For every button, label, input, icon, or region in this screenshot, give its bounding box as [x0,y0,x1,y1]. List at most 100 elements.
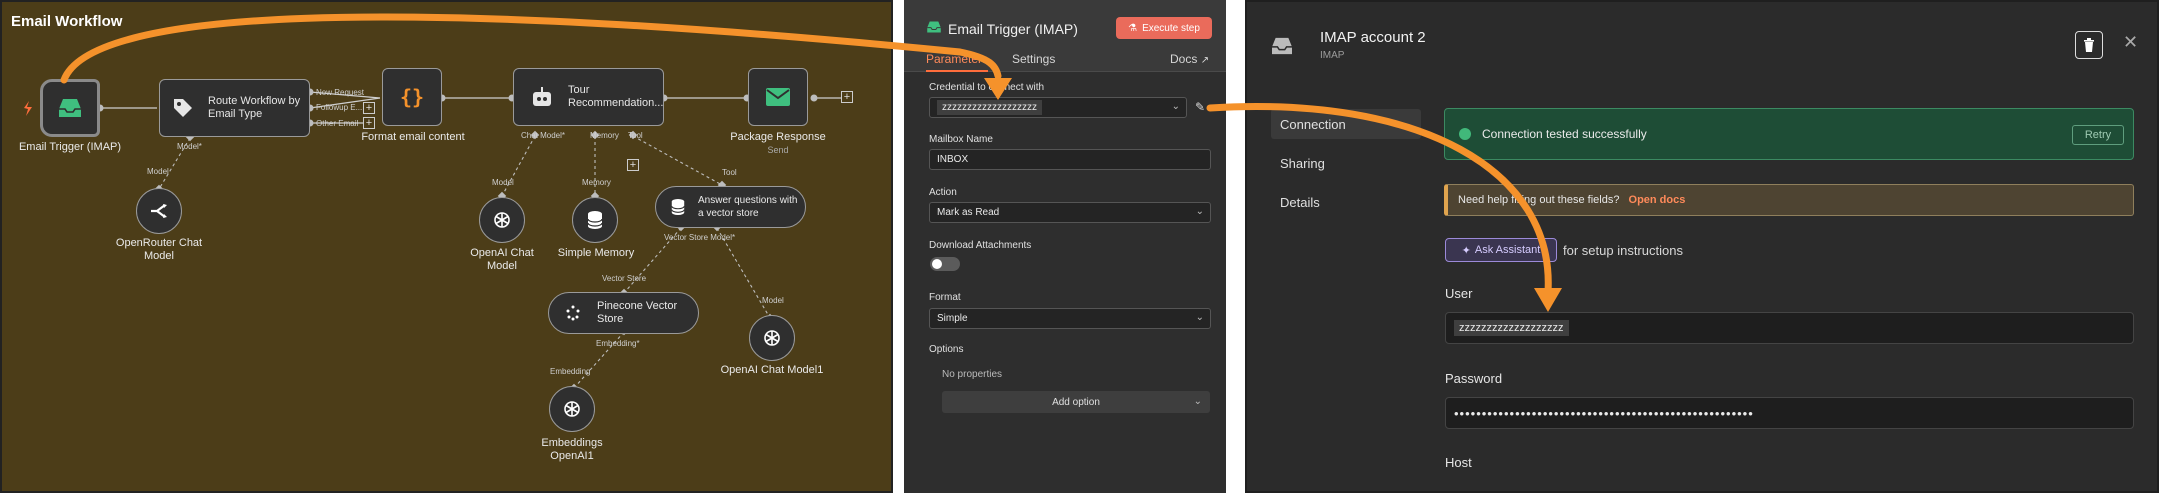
pinecone-icon [566,305,580,321]
ask-assistant-button[interactable]: ✦ Ask Assistant [1445,238,1557,262]
port-model: Model [147,167,169,176]
host-label: Host [1445,455,1472,470]
simple-memory-node[interactable] [572,197,618,243]
nav-details[interactable]: Details [1271,187,1421,217]
port-model: Model [492,178,514,187]
docs-label: Docs [1170,52,1198,66]
params-title: Email Trigger (IMAP) [948,21,1078,37]
execute-step-button[interactable]: ⚗ Execute step [1116,17,1212,39]
add-node-plus-icon[interactable]: + [363,117,375,129]
openai-icon [564,401,580,417]
embeddings-label: Embeddings OpenAI1 [541,437,603,462]
chevron-down-icon: ⌄ [1195,206,1204,217]
package-response-node[interactable] [748,68,808,126]
route-label: Route Workflow by Email Type [208,95,301,120]
assistant-suffix-text: for setup instructions [1563,243,1683,258]
port-followup: Followup E... [316,103,363,112]
tour-agent-node[interactable]: Tour Recommendation... [513,68,664,126]
nav-sharing[interactable]: Sharing [1271,148,1421,178]
port-tool: Tool [722,168,737,177]
port-model: Model [762,296,784,305]
robot-icon [533,87,551,106]
database-icon [671,199,685,215]
help-text: Need help filling out these fields? [1458,194,1620,206]
download-attachments-label: Download Attachments [929,240,1032,251]
tag-icon [174,99,192,117]
openai-chat-model1-label: OpenAI Chat Model1 [720,364,824,376]
format-select[interactable]: Simple ⌄ [929,308,1211,329]
add-next-node-plus-icon[interactable]: + [841,91,853,103]
port-vector-store-model: Vector Store Model* [664,233,736,242]
openai-icon [494,212,510,228]
tour-agent-label: Tour Recommendation... [568,84,664,109]
answer-tool-label: Answer questions with a vector store [698,195,798,219]
no-properties-text: No properties [942,369,1003,380]
port-tool: Tool [628,131,643,140]
nav-connection[interactable]: Connection [1271,109,1421,139]
open-docs-link[interactable]: Open docs [1629,194,1686,206]
database-icon [587,211,603,229]
docs-link[interactable]: Docs ↗ [1170,52,1209,66]
tab-settings[interactable]: Settings [1012,52,1055,66]
port-embedding-star: Embedding* [596,339,640,348]
connection-success-banner: Connection tested successfully Retry [1444,108,2134,160]
options-label: Options [929,344,964,355]
node-parameters-panel: Email Trigger (IMAP) ⚗ Execute step Para… [904,0,1226,493]
action-label: Action [929,187,957,198]
openrouter-icon [151,204,167,218]
flask-icon: ⚗ [1128,22,1138,34]
retry-button[interactable]: Retry [2072,125,2124,145]
ask-assistant-label: Ask Assistant [1474,244,1541,256]
params-header: Email Trigger (IMAP) ⚗ Execute step [904,0,1226,46]
tab-parameters[interactable]: Parameters [926,52,989,72]
credential-value: zzzzzzzzzzzzzzzzzzz [937,100,1042,115]
sparkle-icon: ✦ [1461,244,1471,257]
chevron-down-icon: ⌄ [1171,101,1180,112]
format-node[interactable]: {} [382,68,442,126]
password-input[interactable]: ••••••••••••••••••••••••••••••••••••••••… [1445,397,2134,429]
external-link-icon: ↗ [1200,55,1210,66]
close-icon[interactable]: ✕ [2123,32,2138,53]
check-circle-icon [1459,128,1471,140]
envelope-icon [766,88,790,106]
port-memory: Memory [590,131,619,140]
credential-type: IMAP [1320,50,1345,61]
package-response-label: Package Response [730,131,826,143]
answer-vector-tool-node[interactable]: Answer questions with a vector store [655,186,806,228]
edit-pencil-icon[interactable]: ✎ [1195,100,1205,114]
delete-credential-button[interactable] [2075,31,2103,59]
openai-chat-model1-node[interactable] [749,315,795,361]
code-braces-icon: {} [399,85,425,109]
simple-memory-label: Simple Memory [557,247,635,259]
port-other-email: Other Email [316,119,359,128]
add-tool-plus-icon[interactable]: + [627,159,639,171]
openai-icon [764,330,780,346]
port-new-request: New Request [316,88,365,97]
openai-chat-model-label: OpenAI Chat Model [470,247,534,272]
openai-chat-model-node[interactable] [479,197,525,243]
add-option-label: Add option [1052,396,1100,408]
email-trigger-node[interactable] [40,79,100,137]
success-text: Connection tested successfully [1482,127,1647,141]
port-model-star: Model* [177,142,202,151]
password-label: Password [1445,371,1503,386]
execute-step-label: Execute step [1142,22,1200,34]
action-select[interactable]: Mark as Read ⌄ [929,202,1211,223]
openrouter-model-node[interactable] [136,188,182,234]
user-input[interactable]: zzzzzzzzzzzzzzzzzzz [1445,312,2134,344]
port-chat-model: Chat Model* [521,131,566,140]
chevron-down-icon: ⌄ [1195,312,1204,323]
download-attachments-toggle[interactable] [930,257,960,271]
embeddings-node[interactable] [549,386,595,432]
pinecone-label: Pinecone Vector Store [597,300,678,325]
mailbox-input[interactable]: INBOX [929,149,1211,170]
route-node[interactable]: Route Workflow by Email Type [159,79,310,137]
workflow-canvas[interactable]: Email Workflow Email Trigger (IMAP) Rout… [0,0,893,493]
email-trigger-label: Email Trigger (IMAP) [18,141,122,153]
port-embedding: Embedding [550,367,591,376]
add-node-plus-icon[interactable]: + [363,102,375,114]
credential-select[interactable]: zzzzzzzzzzzzzzzzzzz ⌄ [929,97,1187,118]
pinecone-vector-store-node[interactable]: Pinecone Vector Store [548,292,699,334]
add-option-button[interactable]: Add option ⌄ [942,391,1210,413]
trigger-bolt-icon [24,101,32,116]
